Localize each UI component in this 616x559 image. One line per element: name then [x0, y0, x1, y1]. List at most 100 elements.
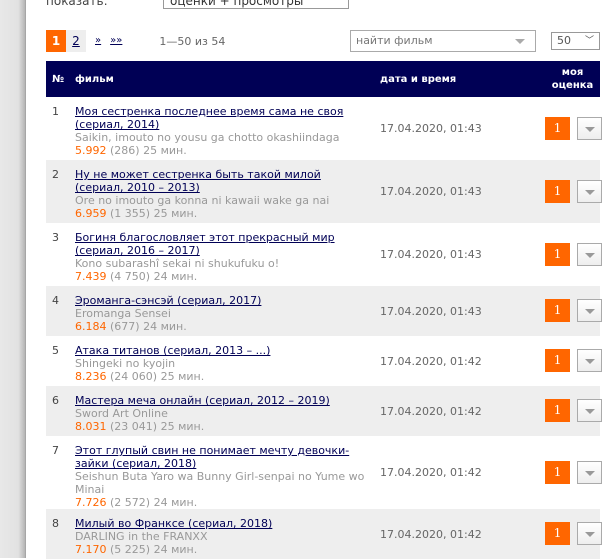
- triangle-down-icon: [585, 532, 596, 537]
- rating-dropdown-button[interactable]: [577, 242, 603, 266]
- film-meta: 8.236 (24 060) 25 мин.: [75, 370, 380, 383]
- triangle-down-icon: [585, 470, 596, 476]
- film-cell: Богиня благословляет этот прекрасный мир…: [75, 223, 380, 286]
- my-rating-badge[interactable]: 1: [545, 399, 571, 422]
- my-rating-badge[interactable]: 1: [545, 299, 571, 322]
- film-title-link[interactable]: Атака титанов (сериал, 2013 – ...): [75, 344, 360, 357]
- per-page-value: 50: [557, 34, 571, 47]
- original-title: Saikin, imouto no yousu ga chotto okashi…: [75, 131, 340, 144]
- film-votes-duration: (2 572) 24 мин.: [110, 496, 198, 509]
- table-row: 1 Моя сестренка последнее время сама не …: [46, 97, 603, 160]
- votes-table: № фильм дата и время моя оценка 1 Моя се…: [46, 61, 603, 559]
- table-row: 7 Этот глупый свин не понимает мечту дев…: [46, 436, 603, 509]
- film-title-link[interactable]: Милый во Франксе (сериал, 2018): [75, 517, 360, 530]
- film-cell: Эроманга-сэнсэй (сериал, 2017) Eromanga …: [75, 286, 380, 336]
- film-rating: 5.992: [75, 144, 107, 157]
- triangle-down-icon: [585, 252, 596, 258]
- rating-cell: 1: [545, 386, 603, 436]
- film-rating: 6.184: [75, 320, 107, 333]
- page-2-link[interactable]: 2: [66, 30, 86, 52]
- film-votes-duration: (286) 25 мин.: [110, 144, 187, 157]
- film-meta: 6.959 (1 355) 25 мин.: [75, 207, 380, 220]
- rating-dropdown-button[interactable]: [577, 460, 603, 484]
- film-meta: 5.992 (286) 25 мин.: [75, 144, 380, 157]
- rating-dropdown-button[interactable]: [577, 349, 603, 372]
- film-meta: 7.439 (4 750) 24 мин.: [75, 270, 380, 283]
- find-film-placeholder: найти фильм: [356, 34, 433, 47]
- rating-dropdown-button[interactable]: [577, 116, 603, 140]
- per-page-select[interactable]: 50 ﹀: [551, 32, 600, 50]
- table-row: 2 Ну не может сестренка быть такой милой…: [46, 160, 603, 223]
- my-rating-badge[interactable]: 1: [545, 116, 571, 140]
- film-title-link[interactable]: Этот глупый свин не понимает мечту девоч…: [75, 444, 360, 470]
- vote-date: 17.04.2020, 01:43: [380, 248, 482, 261]
- my-rating-badge[interactable]: 1: [545, 460, 571, 484]
- table-row: 8 Милый во Франксе (сериал, 2018) DARLIN…: [46, 509, 603, 559]
- film-title-link[interactable]: Эроманга-сэнсэй (сериал, 2017): [75, 294, 360, 307]
- rating-dropdown-button[interactable]: [577, 299, 603, 322]
- header-film: фильм: [75, 73, 114, 85]
- my-rating-badge[interactable]: 1: [545, 179, 571, 203]
- film-title-link[interactable]: Богиня благословляет этот прекрасный мир…: [75, 231, 360, 257]
- row-number: 3: [52, 231, 59, 244]
- original-title: Shingeki no kyojin: [75, 357, 176, 370]
- my-rating-badge[interactable]: 1: [545, 522, 571, 545]
- film-cell: Атака титанов (сериал, 2013 – ...) Shing…: [75, 336, 380, 386]
- original-title: Kono subarashî sekai ni shukufuku o!: [75, 257, 280, 270]
- film-rating: 7.439: [75, 270, 107, 283]
- table-header: № фильм дата и время моя оценка: [46, 61, 600, 97]
- original-title: Eromanga Sensei: [75, 307, 171, 320]
- film-rating: 7.170: [75, 543, 107, 556]
- vote-date: 17.04.2020, 01:42: [380, 404, 482, 418]
- vote-date: 17.04.2020, 01:42: [380, 466, 482, 479]
- show-filter-label: показать:: [46, 0, 108, 8]
- film-votes-duration: (5 225) 24 мин.: [110, 543, 198, 556]
- rating-cell: 1: [545, 336, 603, 386]
- rating-dropdown-button[interactable]: [577, 522, 603, 545]
- film-cell: Этот глупый свин не понимает мечту девоч…: [75, 436, 380, 509]
- triangle-down-icon: [585, 359, 596, 364]
- original-title: Sword Art Online: [75, 407, 168, 420]
- rating-dropdown-button[interactable]: [577, 399, 603, 422]
- triangle-down-icon: [585, 409, 596, 414]
- row-number: 7: [52, 444, 59, 457]
- show-filter-select[interactable]: оценки + просмотры ﹀: [163, 0, 349, 9]
- chevron-down-icon: ﹀: [584, 36, 594, 46]
- triangle-down-icon: [585, 309, 596, 314]
- film-title-link[interactable]: Моя сестренка последнее время сама не св…: [75, 105, 360, 131]
- film-title-link[interactable]: Мастера меча онлайн (сериал, 2012 – 2019…: [75, 394, 360, 407]
- vote-date: 17.04.2020, 01:42: [380, 527, 482, 541]
- film-rating: 7.726: [75, 496, 107, 509]
- table-row: 3 Богиня благословляет этот прекрасный м…: [46, 223, 603, 286]
- film-rating: 6.959: [75, 207, 107, 220]
- film-rating: 8.031: [75, 420, 107, 433]
- page-current: 1: [46, 30, 66, 52]
- my-rating-badge[interactable]: 1: [545, 242, 571, 266]
- chevron-down-icon: ﹀: [332, 0, 342, 5]
- last-page-link[interactable]: »»: [110, 30, 122, 52]
- film-meta: 7.170 (5 225) 24 мин.: [75, 543, 380, 556]
- header-date: дата и время: [380, 73, 457, 85]
- triangle-down-icon: [515, 39, 525, 44]
- show-filter-value: оценки + просмотры: [170, 0, 304, 8]
- rating-dropdown-button[interactable]: [577, 179, 603, 203]
- next-page-link[interactable]: »: [95, 30, 101, 52]
- original-title: Seishun Buta Yaro wa Bunny Girl-senpai n…: [75, 470, 365, 496]
- rating-cell: 1: [545, 97, 603, 160]
- triangle-down-icon: [585, 126, 596, 132]
- row-number: 8: [52, 517, 59, 530]
- film-votes-duration: (23 041) 25 мин.: [110, 420, 205, 433]
- film-cell: Ну не может сестренка быть такой милой (…: [75, 160, 380, 223]
- film-votes-duration: (1 355) 25 мин.: [110, 207, 198, 220]
- find-film-select[interactable]: найти фильм: [350, 30, 536, 52]
- film-title-link[interactable]: Ну не может сестренка быть такой милой (…: [75, 168, 360, 194]
- table-row: 6 Мастера меча онлайн (сериал, 2012 – 20…: [46, 386, 603, 436]
- original-title: Ore no imouto ga konna ni kawaii wake ga…: [75, 194, 330, 207]
- my-rating-badge[interactable]: 1: [545, 349, 571, 372]
- film-cell: Мастера меча онлайн (сериал, 2012 – 2019…: [75, 386, 380, 436]
- film-votes-duration: (677) 24 мин.: [110, 320, 187, 333]
- left-sidebar-edge: [0, 0, 26, 558]
- pagination: 1 2 » »» 1—50 из 54: [46, 30, 225, 52]
- film-meta: 8.031 (23 041) 25 мин.: [75, 420, 380, 433]
- film-votes-duration: (24 060) 25 мин.: [110, 370, 205, 383]
